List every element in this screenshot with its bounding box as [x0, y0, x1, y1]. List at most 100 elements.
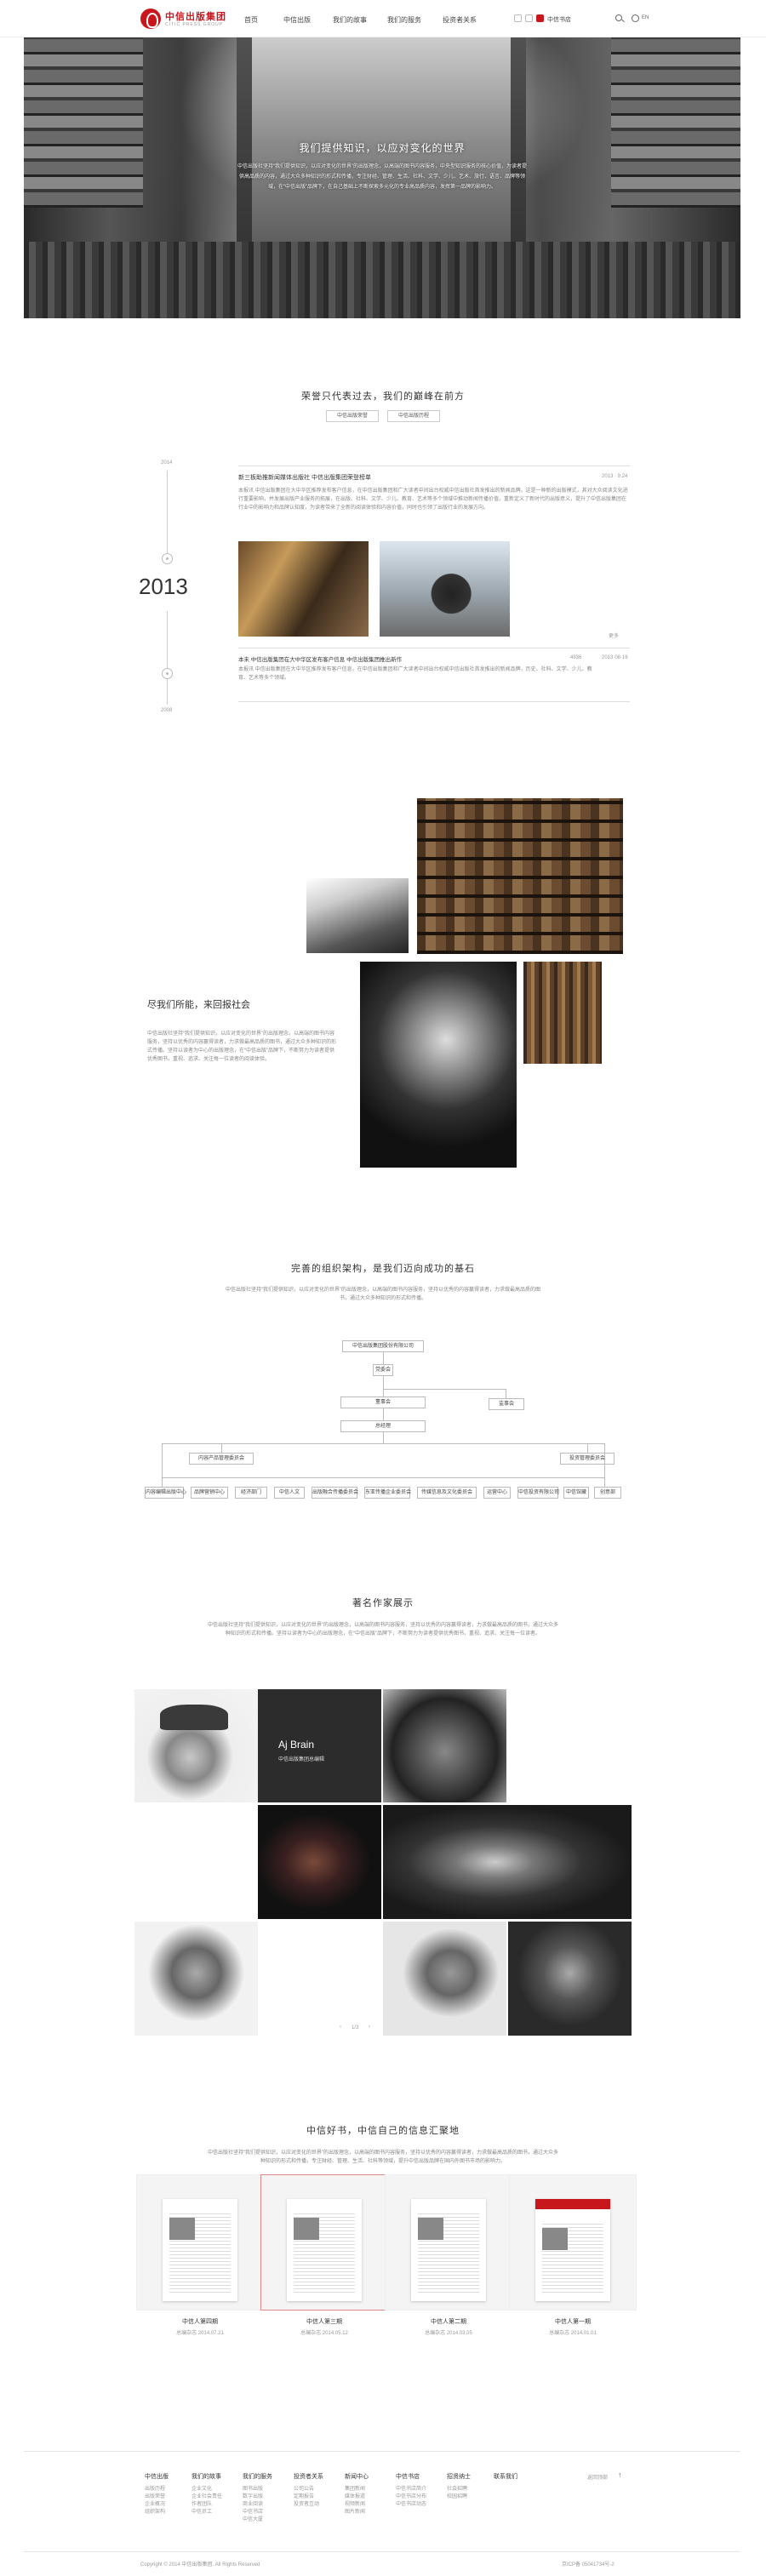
pager-prev[interactable]: ‹: [340, 2025, 341, 2030]
footer-link[interactable]: 中信大厦: [243, 2516, 294, 2524]
hero-banner: 我们提供知识，以应对变化的世界 中信出版社坚持“我们提供知识，以应对变化的世界”…: [24, 37, 740, 318]
news-photo-crowd[interactable]: [238, 541, 369, 637]
footer-link[interactable]: 商业阅读: [243, 2501, 294, 2509]
news-title[interactable]: 新三板助推新闻媒体出版社 中信出版集团荣登榜单: [238, 473, 371, 482]
footer-link[interactable]: 数字出版: [243, 2493, 294, 2501]
book-name[interactable]: 中信人第一期: [509, 2317, 637, 2326]
footer-link[interactable]: 公司公告: [294, 2486, 345, 2493]
footer-column-title[interactable]: 我们的故事: [192, 2472, 243, 2481]
weibo-icon[interactable]: [514, 14, 522, 22]
language-switch[interactable]: EN: [642, 15, 649, 20]
bookshelf-photo[interactable]: [523, 962, 602, 1064]
footer-link[interactable]: 社会招聘: [447, 2486, 498, 2493]
footer-column: 我们的故事企业文化 企业社会责任 作者团队 中信员工: [192, 2472, 243, 2516]
footer-column: 招贤纳士社会招聘 校园招聘: [447, 2472, 498, 2501]
footer-link[interactable]: 作者团队: [192, 2501, 243, 2509]
author-photo-wide[interactable]: [383, 1805, 632, 1919]
news-photo-man[interactable]: [380, 541, 510, 637]
author-photo[interactable]: [383, 1922, 506, 2036]
footer-link[interactable]: 投资者互动: [294, 2501, 345, 2509]
library-wall-photo[interactable]: [417, 798, 623, 954]
search-icon[interactable]: [615, 14, 622, 21]
nav-home[interactable]: 首页: [244, 15, 258, 25]
footer-column-title[interactable]: 联系我们: [494, 2472, 545, 2481]
honors-title: 荣誉只代表过去，我们的巅峰在前方: [301, 391, 465, 402]
footer-column-title[interactable]: 中信出版: [145, 2472, 196, 2481]
book-cover[interactable]: [385, 2174, 512, 2310]
logo-text[interactable]: 中信出版集团: [165, 9, 226, 23]
org-party: 党委会: [373, 1364, 393, 1376]
footer-link[interactable]: 中信书店分布: [396, 2493, 447, 2501]
author-photo[interactable]: [134, 1689, 258, 1802]
globe-icon[interactable]: [632, 14, 639, 22]
nav-our-services[interactable]: 我们的服务: [387, 15, 421, 25]
book-name[interactable]: 中信人第二期: [385, 2317, 512, 2326]
book-date: 总编杂志 2014.01.01: [549, 2331, 597, 2336]
book-date: 总编杂志 2014.03.05: [425, 2331, 472, 2336]
org-content-committee: 内容产品管理委员会: [189, 1453, 254, 1465]
nav-citic-publishing[interactable]: 中信出版: [283, 15, 311, 25]
nav-our-story[interactable]: 我们的故事: [333, 15, 367, 25]
footer-link[interactable]: 中信书店: [243, 2509, 294, 2516]
footer-link[interactable]: 出版荣誉: [145, 2493, 196, 2501]
book-cover[interactable]: [509, 2174, 637, 2310]
collection-description: 中信出版社坚持“我们提供知识，以应对变化的世界”的出版理念，以高端的图书内容服务…: [147, 1031, 337, 1062]
timeline-line: [167, 471, 168, 556]
history-button[interactable]: 中信出版历程: [387, 410, 440, 422]
footer-link[interactable]: 组织架构: [145, 2509, 196, 2516]
footer-link[interactable]: 中信员工: [192, 2509, 243, 2516]
hero-description: 中信出版社坚持“我们提供知识，以应对变化的世界”的出版理念，以高端的图书内容服务…: [237, 164, 527, 190]
citic-logo-icon[interactable]: [140, 9, 161, 29]
books-description: 中信出版社坚持“我们提供知识，以应对变化的世界”的出版理念，以高端的图书内容服务…: [208, 2150, 558, 2164]
footer-link[interactable]: 集团新闻: [345, 2486, 396, 2493]
footer-link[interactable]: 企业概况: [145, 2501, 196, 2509]
footer-link[interactable]: 中信书店动态: [396, 2501, 447, 2509]
footer-link[interactable]: 媒体报道: [345, 2493, 396, 2501]
footer-link[interactable]: 出版历程: [145, 2486, 196, 2493]
footer-column-title[interactable]: 我们的服务: [243, 2472, 294, 2481]
footer-link[interactable]: 企业文化: [192, 2486, 243, 2493]
footer-link[interactable]: 中信书店简介: [396, 2486, 447, 2493]
news2-title[interactable]: 本未 中信出版集团在大中华区发布客户信息 中信出版集团推出新作: [238, 654, 402, 663]
org-root: 中信出版集团股份有限公司: [342, 1340, 424, 1352]
honors-button[interactable]: 中信出版荣誉: [326, 410, 379, 422]
org-leaf: 东亚传播企业委员会: [364, 1487, 411, 1499]
book-name[interactable]: 中信人第三期: [260, 2317, 388, 2326]
wechat-icon[interactable]: [525, 14, 533, 22]
author-photo[interactable]: [383, 1689, 506, 1802]
arrow-up-icon[interactable]: ↑: [618, 2470, 622, 2479]
author-featured-card[interactable]: Aj Brain 中信出版集团总编辑: [258, 1689, 381, 1802]
book-cover[interactable]: [136, 2174, 264, 2310]
shop-icon[interactable]: [536, 14, 544, 22]
back-to-top[interactable]: 返回顶部: [587, 2473, 608, 2481]
footer-link[interactable]: 校园招聘: [447, 2493, 498, 2501]
reading-photo[interactable]: [306, 878, 409, 953]
footer-column-title[interactable]: 招贤纳士: [447, 2472, 498, 2481]
author-photo[interactable]: [258, 1805, 381, 1919]
shop-link[interactable]: 中信书店: [547, 15, 571, 24]
year-next-dot[interactable]: [162, 668, 173, 679]
book-cover[interactable]: [260, 2174, 388, 2310]
footer-link[interactable]: 企业社会责任: [192, 2493, 243, 2501]
author-photo[interactable]: [134, 1922, 258, 2036]
footer-link[interactable]: 定期报告: [294, 2493, 345, 2501]
footer-link[interactable]: 图片新闻: [345, 2509, 396, 2516]
year-prev-dot[interactable]: [162, 553, 173, 564]
book-name[interactable]: 中信人第四期: [136, 2317, 264, 2326]
author-featured-name: Aj Brain: [278, 1739, 315, 1751]
org-leaf: 出版融合传播委员会: [312, 1487, 358, 1499]
year-top[interactable]: 2014: [161, 460, 172, 466]
footer-column-title[interactable]: 投资者关系: [294, 2472, 345, 2481]
news-more-link[interactable]: 更多: [609, 631, 619, 639]
footer-column-title[interactable]: 中信书店: [396, 2472, 447, 2481]
year-bottom[interactable]: 2008: [161, 708, 172, 713]
pager-next[interactable]: ›: [369, 2025, 370, 2030]
author-photo[interactable]: [508, 1922, 632, 2036]
nav-investor-relations[interactable]: 投资者关系: [443, 15, 477, 25]
footer-link[interactable]: 视频新闻: [345, 2501, 396, 2509]
reader-woman-photo[interactable]: [360, 962, 517, 1168]
footer-column-title[interactable]: 新闻中心: [345, 2472, 396, 2481]
site-header: 中信出版集团 CITIC PRESS GROUP 首页 中信出版 我们的故事 我…: [0, 0, 766, 37]
footer-column: 我们的服务图书出版 数字出版 商业阅读 中信书店 中信大厦: [243, 2472, 294, 2524]
footer-link[interactable]: 图书出版: [243, 2486, 294, 2493]
